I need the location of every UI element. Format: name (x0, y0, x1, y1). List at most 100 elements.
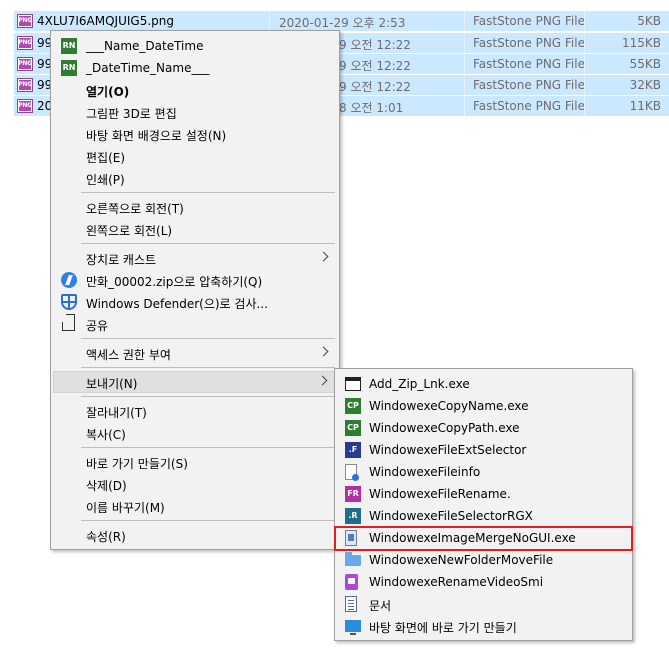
menu-item-cast[interactable]: 장치로 캐스트 (53, 247, 337, 269)
file-row[interactable]: PNG 4XLU7I6AMQJUIG5.png 2020-01-29 오후 2:… (14, 10, 669, 31)
file-info-icon (345, 464, 359, 481)
column-divider (464, 11, 465, 31)
menu-item-label: 문서 (369, 599, 392, 613)
send-to-rename-video-smi[interactable]: WindowexeRenameVideoSmi (337, 571, 630, 593)
folder-icon (345, 552, 361, 566)
file-name: 4XLU7I6AMQJUIG5.png (37, 14, 174, 28)
column-divider (584, 11, 585, 31)
chevron-right-icon (317, 375, 328, 386)
menu-item-label: 복사(C) (86, 428, 126, 442)
column-divider (584, 33, 585, 53)
menu-item-label: 보내기(N) (86, 377, 138, 391)
bandizip-icon (61, 272, 77, 288)
menu-item-label: 삭제(D) (86, 479, 127, 493)
file-date: 9 오전 12:22 (339, 38, 411, 52)
column-divider (584, 75, 585, 95)
file-size: 115KB (621, 36, 661, 50)
menu-item-name-datetime[interactable]: RN ___Name_DateTime (53, 35, 337, 57)
file-date: 9 오전 12:22 (339, 59, 411, 73)
menu-item-label: _DateTime_Name___ (86, 61, 210, 75)
send-to-file-selector-rgx[interactable]: .R WindowexeFileSelectorRGX (337, 505, 630, 527)
menu-item-label: 바탕 화면 배경으로 설정(N) (86, 129, 227, 143)
menu-item-label: 열기(O) (86, 85, 130, 99)
image-merge-icon (345, 530, 357, 546)
png-file-icon: PNG (17, 36, 33, 50)
send-to-add-zip-lnk[interactable]: Add_Zip_Lnk.exe (337, 373, 630, 395)
menu-item-rotate-left[interactable]: 왼쪽으로 회전(L) (53, 218, 337, 240)
send-to-new-folder-move[interactable]: WindowexeNewFolderMoveFile (337, 549, 630, 571)
png-file-icon: PNG (17, 14, 33, 28)
file-type: FastStone PNG File (473, 14, 585, 28)
file-type: FastStone PNG File (473, 36, 585, 50)
video-icon (345, 574, 358, 590)
send-to-file-info[interactable]: WindowexeFileinfo (337, 461, 630, 483)
menu-item-send-to[interactable]: 보내기(N) (53, 371, 337, 393)
send-to-file-rename[interactable]: FR WindowexeFileRename. (337, 483, 630, 505)
menu-item-defender[interactable]: Windows Defender(으)로 검사... (53, 291, 337, 313)
menu-item-label: 만화_00002.zip으로 압축하기(Q) (86, 275, 263, 289)
menu-item-label: WindowexeCopyPath.exe (369, 421, 520, 435)
menu-item-open[interactable]: 열기(O) (53, 79, 337, 101)
defender-shield-icon (61, 294, 77, 310)
menu-item-edit-3d[interactable]: 그림판 3D로 편집 (53, 101, 337, 123)
menu-separator (81, 447, 335, 448)
column-divider (464, 54, 465, 74)
menu-item-label: 인쇄(P) (86, 173, 125, 187)
app-window-icon (345, 377, 361, 391)
menu-item-print[interactable]: 인쇄(P) (53, 167, 337, 189)
file-size: 11KB (629, 99, 661, 113)
chevron-right-icon (318, 251, 329, 262)
menu-item-rename[interactable]: 이름 바꾸기(M) (53, 495, 337, 517)
menu-separator (81, 520, 335, 521)
menu-separator (81, 396, 335, 397)
file-size: 5KB (637, 14, 661, 28)
menu-item-copy[interactable]: 복사(C) (53, 422, 337, 444)
file-date: 8 오전 1:01 (339, 101, 404, 115)
png-file-icon: PNG (17, 78, 33, 92)
send-to-file-ext-selector[interactable]: .F WindowexeFileExtSelector (337, 439, 630, 461)
desktop-icon (345, 620, 361, 635)
menu-item-edit[interactable]: 편집(E) (53, 145, 337, 167)
menu-item-label: WindowexeFileSelectorRGX (369, 509, 533, 523)
menu-item-give-access[interactable]: 액세스 권한 부여 (53, 342, 337, 364)
file-date: 9 오전 12:22 (339, 80, 411, 94)
menu-item-label: WindowexeFileinfo (369, 465, 481, 479)
send-to-documents[interactable]: 문서 (337, 593, 630, 615)
rn-icon: RN (61, 60, 77, 76)
share-icon (62, 322, 75, 331)
menu-item-label: WindowexeImageMergeNoGUI.exe (369, 531, 576, 545)
menu-item-delete[interactable]: 삭제(D) (53, 473, 337, 495)
menu-item-label: 이름 바꾸기(M) (86, 501, 165, 515)
menu-item-label: 바탕 화면에 바로 가기 만들기 (369, 621, 517, 635)
menu-item-compress[interactable]: 만화_00002.zip으로 압축하기(Q) (53, 269, 337, 291)
menu-item-label: ___Name_DateTime (86, 39, 204, 53)
column-divider (269, 11, 270, 31)
menu-item-label: WindowexeRenameVideoSmi (369, 575, 544, 589)
menu-item-label: 잘라내기(T) (86, 406, 147, 420)
column-divider (584, 96, 585, 116)
menu-item-label: 장치로 캐스트 (86, 253, 157, 267)
menu-item-set-wallpaper[interactable]: 바탕 화면 배경으로 설정(N) (53, 123, 337, 145)
send-to-copy-name[interactable]: CP WindowexeCopyName.exe (337, 395, 630, 417)
menu-item-cut[interactable]: 잘라내기(T) (53, 400, 337, 422)
file-type: FastStone PNG File (473, 57, 585, 71)
menu-item-properties[interactable]: 속성(R) (53, 524, 337, 546)
png-file-icon: PNG (17, 57, 33, 71)
menu-item-rotate-right[interactable]: 오른쪽으로 회전(T) (53, 196, 337, 218)
menu-item-share[interactable]: 공유 (53, 313, 337, 335)
chevron-right-icon (318, 346, 329, 357)
menu-item-datetime-name[interactable]: RN _DateTime_Name___ (53, 57, 337, 79)
file-type: FastStone PNG File (473, 78, 585, 92)
menu-item-label: 왼쪽으로 회전(L) (86, 224, 173, 238)
cp-badge-icon: CP (345, 398, 361, 414)
menu-item-label: WindowexeFileRename. (369, 487, 511, 501)
column-divider (464, 75, 465, 95)
send-to-desktop-shortcut[interactable]: 바탕 화면에 바로 가기 만들기 (337, 615, 630, 637)
menu-separator (81, 367, 335, 368)
menu-item-label: WindowexeFileExtSelector (369, 443, 527, 457)
send-to-copy-path[interactable]: CP WindowexeCopyPath.exe (337, 417, 630, 439)
send-to-submenu: Add_Zip_Lnk.exe CP WindowexeCopyName.exe… (334, 368, 633, 641)
send-to-image-merge[interactable]: WindowexeImageMergeNoGUI.exe (334, 526, 633, 551)
menu-separator (81, 338, 335, 339)
menu-item-create-shortcut[interactable]: 바로 가기 만들기(S) (53, 451, 337, 473)
